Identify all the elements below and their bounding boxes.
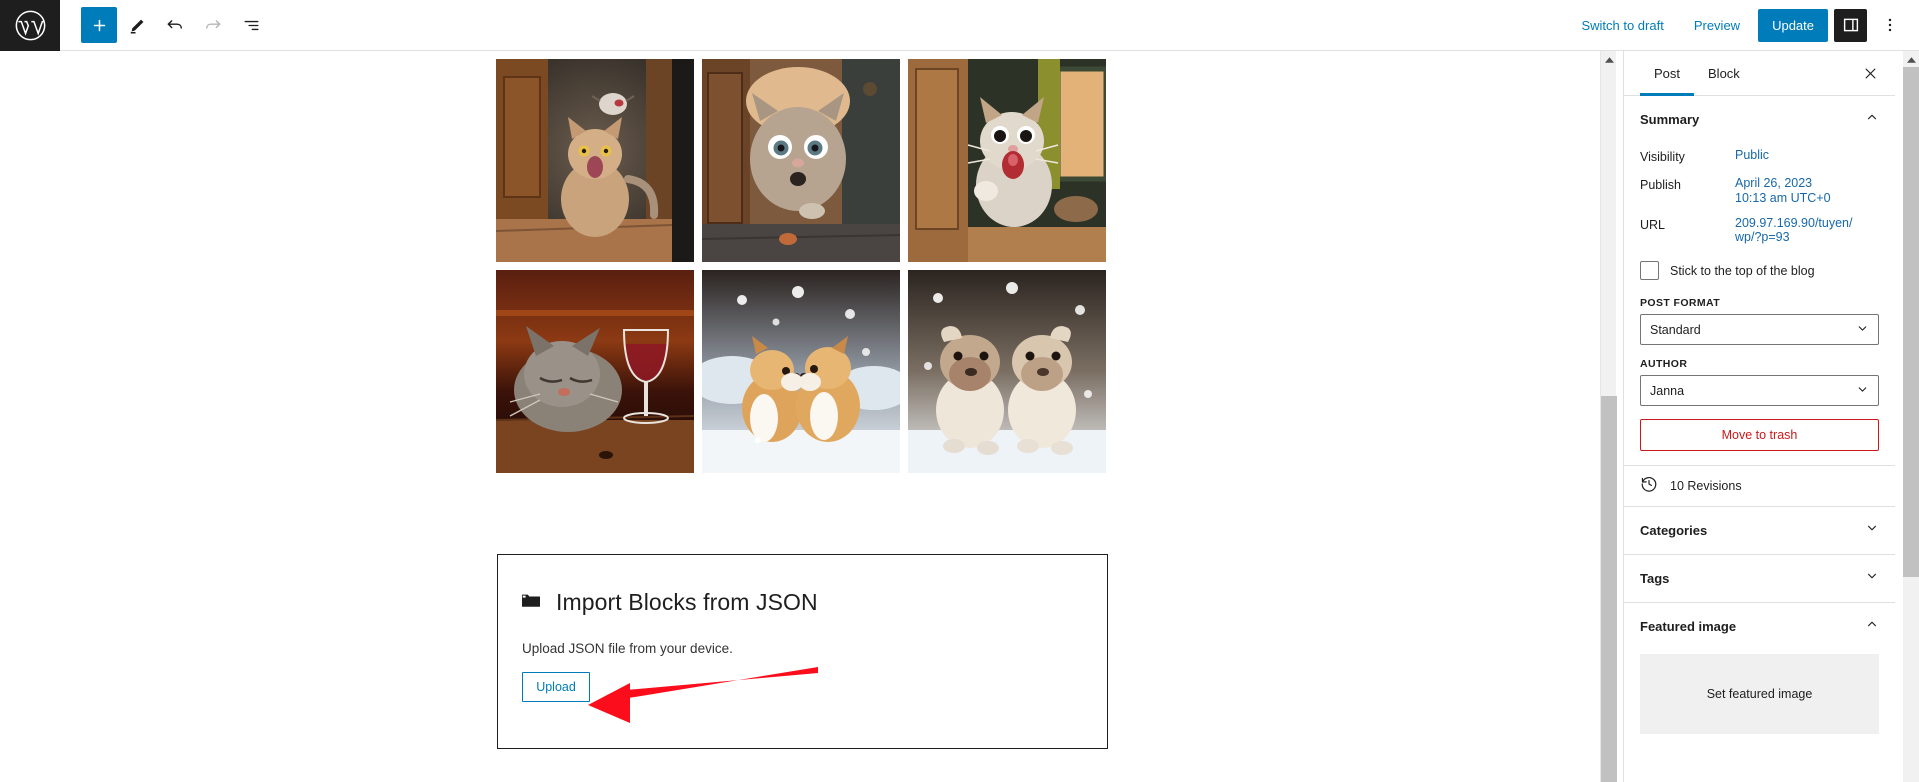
- url-row: URL 209.97.169.90/tuyen/ wp/?p=93: [1640, 211, 1879, 251]
- switch-to-draft-button[interactable]: Switch to draft: [1569, 10, 1675, 41]
- import-blocks-from-json-block[interactable]: Import Blocks from JSON Upload JSON file…: [497, 554, 1108, 749]
- sticky-checkbox[interactable]: [1640, 261, 1659, 280]
- summary-title: Summary: [1640, 112, 1700, 127]
- gallery-image[interactable]: [908, 270, 1106, 473]
- url-label: URL: [1640, 217, 1666, 232]
- preview-button[interactable]: Preview: [1682, 10, 1752, 41]
- import-block-header: Import Blocks from JSON: [522, 589, 1083, 616]
- folder-icon: [522, 593, 540, 613]
- editor-header-toolbar: Switch to draft Preview Update: [0, 0, 1919, 51]
- url-line-2: wp/?p=93: [1735, 230, 1790, 245]
- scroll-up-arrow-icon[interactable]: [1601, 53, 1617, 67]
- author-select[interactable]: Janna: [1640, 375, 1879, 406]
- header-right-actions: Switch to draft Preview Update: [1569, 8, 1919, 42]
- revisions-row[interactable]: 10 Revisions: [1624, 466, 1895, 506]
- publish-time: 10:13 am UTC+0: [1735, 190, 1831, 205]
- visibility-label: Visibility: [1640, 150, 1685, 164]
- three-dots-vertical-icon[interactable]: [1873, 9, 1906, 42]
- publish-value[interactable]: April 26, 2023 10:13 am UTC+0: [1735, 176, 1831, 206]
- post-format-select[interactable]: Standard: [1640, 314, 1879, 345]
- gallery-image[interactable]: [496, 59, 694, 262]
- set-featured-image-dropzone[interactable]: Set featured image: [1640, 654, 1879, 734]
- post-settings-sidebar: Post Block Summary Visibility Public Pub…: [1623, 51, 1895, 782]
- update-button[interactable]: Update: [1758, 8, 1828, 42]
- summary-section-header[interactable]: Summary: [1624, 96, 1895, 143]
- post-format-label: POST FORMAT: [1640, 297, 1721, 309]
- tags-title: Tags: [1640, 571, 1670, 586]
- author-label: AUTHOR: [1640, 358, 1688, 370]
- sidebar-scrollbar-thumb[interactable]: [1903, 67, 1919, 577]
- author-value: Janna: [1650, 383, 1685, 398]
- chevron-down-icon: [1856, 383, 1869, 399]
- chevron-down-icon: [1856, 322, 1869, 338]
- post-content: Import Blocks from JSON Upload JSON file…: [0, 51, 1600, 749]
- featured-image-section-header[interactable]: Featured image: [1624, 603, 1895, 650]
- editor-scrollbar-thumb[interactable]: [1601, 396, 1617, 782]
- chevron-down-icon[interactable]: [1865, 521, 1879, 540]
- undo-arrow-icon[interactable]: [157, 7, 193, 43]
- set-featured-image-label: Set featured image: [1706, 687, 1813, 701]
- list-view-icon[interactable]: [233, 7, 269, 43]
- wordpress-block-editor: Switch to draft Preview Update Import Bl…: [0, 0, 1919, 782]
- publish-label: Publish: [1640, 178, 1681, 192]
- gallery-image[interactable]: [702, 59, 900, 262]
- redo-arrow-icon: [195, 7, 231, 43]
- editor-canvas: Import Blocks from JSON Upload JSON file…: [0, 51, 1600, 782]
- sticky-checkbox-row[interactable]: Stick to the top of the blog: [1640, 250, 1879, 284]
- sidebar-scrollbar[interactable]: [1903, 51, 1919, 782]
- gallery-image[interactable]: [908, 59, 1106, 262]
- chevron-up-icon[interactable]: [1865, 110, 1879, 129]
- visibility-row: Visibility Public: [1640, 143, 1879, 171]
- pencil-icon[interactable]: [119, 7, 155, 43]
- featured-image-title: Featured image: [1640, 619, 1737, 634]
- visibility-value[interactable]: Public: [1735, 148, 1769, 163]
- wordpress-logo-icon[interactable]: [0, 0, 60, 51]
- gallery-image[interactable]: [496, 270, 694, 473]
- editor-scrollbar[interactable]: [1600, 51, 1617, 782]
- publish-date: April 26, 2023: [1735, 176, 1813, 190]
- post-format-value: Standard: [1650, 322, 1701, 337]
- tags-section-header[interactable]: Tags: [1624, 555, 1895, 602]
- url-value[interactable]: 209.97.169.90/tuyen/ wp/?p=93: [1735, 216, 1852, 246]
- upload-button[interactable]: Upload: [522, 672, 590, 702]
- tab-post[interactable]: Post: [1640, 51, 1695, 96]
- summary-body: Visibility Public Publish April 26, 2023…: [1624, 143, 1895, 465]
- header-left-tools: [60, 7, 269, 43]
- sticky-label: Stick to the top of the blog: [1670, 263, 1815, 278]
- chevron-down-icon[interactable]: [1865, 569, 1879, 588]
- move-to-trash-button[interactable]: Move to trash: [1640, 419, 1879, 451]
- revisions-clock-icon: [1640, 475, 1658, 498]
- chevron-up-icon[interactable]: [1865, 617, 1879, 636]
- categories-title: Categories: [1640, 523, 1708, 538]
- sidebar-panel-icon[interactable]: [1834, 8, 1867, 42]
- import-block-description: Upload JSON file from your device.: [522, 641, 733, 656]
- gallery-image[interactable]: [702, 270, 900, 473]
- add-block-button[interactable]: [81, 7, 117, 43]
- scroll-up-arrow-icon[interactable]: [1903, 53, 1919, 67]
- url-line-1: 209.97.169.90/tuyen/: [1735, 215, 1853, 230]
- image-gallery-block[interactable]: [496, 59, 1106, 473]
- publish-row: Publish April 26, 2023 10:13 am UTC+0: [1640, 171, 1879, 211]
- tab-block[interactable]: Block: [1694, 51, 1754, 95]
- revisions-label: 10 Revisions: [1670, 479, 1742, 493]
- categories-section-header[interactable]: Categories: [1624, 507, 1895, 554]
- import-block-title: Import Blocks from JSON: [556, 589, 818, 615]
- sidebar-tabs: Post Block: [1624, 51, 1895, 96]
- close-icon[interactable]: [1855, 58, 1885, 88]
